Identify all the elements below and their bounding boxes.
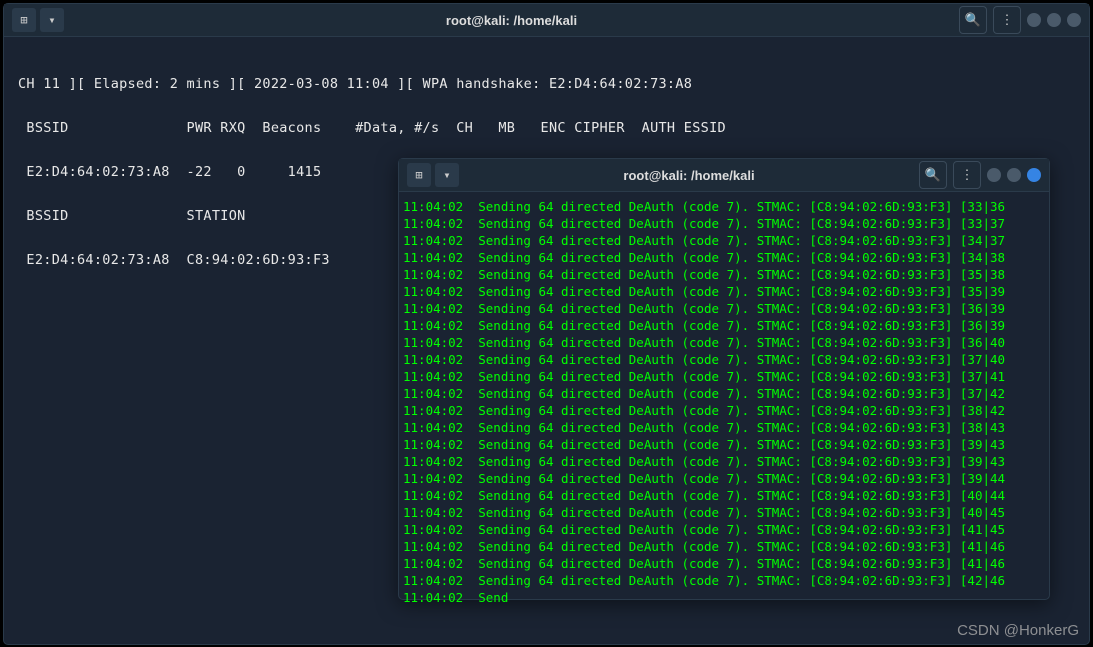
deauth-log-line: 11:04:02 Sending 64 directed DeAuth (cod… (403, 266, 1045, 283)
new-tab-icon: ⊞ (20, 13, 27, 27)
deauth-log-line: 11:04:02 Sending 64 directed DeAuth (cod… (403, 232, 1045, 249)
window-title: root@kali: /home/kali (459, 168, 919, 183)
close-button[interactable] (1027, 168, 1041, 182)
search-button[interactable]: 🔍 (959, 6, 987, 34)
deauth-log-line: 11:04:02 Sending 64 directed DeAuth (cod… (403, 470, 1045, 487)
terminal-window-aireplay: ⊞ ▾ root@kali: /home/kali 🔍 ⋮ 11:04:02 S… (398, 158, 1050, 600)
deauth-log-line: 11:04:02 Sending 64 directed DeAuth (cod… (403, 351, 1045, 368)
titlebar[interactable]: ⊞ ▾ root@kali: /home/kali 🔍 ⋮ (4, 4, 1089, 37)
chevron-down-icon: ▾ (443, 168, 450, 182)
deauth-log-line: 11:04:02 Sending 64 directed DeAuth (cod… (403, 317, 1045, 334)
deauth-log-line: 11:04:02 Sending 64 directed DeAuth (cod… (403, 436, 1045, 453)
deauth-log-line: 11:04:02 Sending 64 directed DeAuth (cod… (403, 487, 1045, 504)
terminal-output[interactable]: 11:04:02 Sending 64 directed DeAuth (cod… (399, 192, 1049, 612)
new-tab-button[interactable]: ⊞ (12, 8, 36, 32)
deauth-log-line: 11:04:02 Sending 64 directed DeAuth (cod… (403, 419, 1045, 436)
deauth-log-line: 11:04:02 Sending 64 directed DeAuth (cod… (403, 215, 1045, 232)
maximize-button[interactable] (1047, 13, 1061, 27)
deauth-log-line: 11:04:02 Sending 64 directed DeAuth (cod… (403, 555, 1045, 572)
ap-table-row: E2:D4:64:02:73:A8 -22 0 1415 (18, 164, 321, 180)
deauth-log-line: 11:04:02 Sending 64 directed DeAuth (cod… (403, 283, 1045, 300)
tab-dropdown-button[interactable]: ▾ (40, 8, 64, 32)
deauth-log-line: 11:04:02 Sending 64 directed DeAuth (cod… (403, 249, 1045, 266)
deauth-log-line: 11:04:02 Sending 64 directed DeAuth (cod… (403, 453, 1045, 470)
close-button[interactable] (1067, 13, 1081, 27)
minimize-button[interactable] (1027, 13, 1041, 27)
deauth-log-line: 11:04:02 Send (403, 589, 1045, 606)
deauth-log-line: 11:04:02 Sending 64 directed DeAuth (cod… (403, 572, 1045, 589)
new-tab-icon: ⊞ (415, 168, 422, 182)
window-title: root@kali: /home/kali (64, 13, 959, 28)
deauth-log-line: 11:04:02 Sending 64 directed DeAuth (cod… (403, 334, 1045, 351)
titlebar[interactable]: ⊞ ▾ root@kali: /home/kali 🔍 ⋮ (399, 159, 1049, 192)
deauth-log-line: 11:04:02 Sending 64 directed DeAuth (cod… (403, 198, 1045, 215)
new-tab-button[interactable]: ⊞ (407, 163, 431, 187)
menu-button[interactable]: ⋮ (953, 161, 981, 189)
airodump-status-line: CH 11 ][ Elapsed: 2 mins ][ 2022-03-08 1… (18, 76, 692, 92)
menu-icon: ⋮ (961, 168, 974, 183)
minimize-button[interactable] (987, 168, 1001, 182)
deauth-log-line: 11:04:02 Sending 64 directed DeAuth (cod… (403, 504, 1045, 521)
deauth-log-line: 11:04:02 Sending 64 directed DeAuth (cod… (403, 300, 1045, 317)
deauth-log-line: 11:04:02 Sending 64 directed DeAuth (cod… (403, 368, 1045, 385)
tab-dropdown-button[interactable]: ▾ (435, 163, 459, 187)
menu-icon: ⋮ (1001, 13, 1014, 28)
watermark: CSDN @HonkerG (957, 622, 1079, 639)
maximize-button[interactable] (1007, 168, 1021, 182)
station-table-row: E2:D4:64:02:73:A8 C8:94:02:6D:93:F3 (18, 252, 330, 268)
chevron-down-icon: ▾ (48, 13, 55, 27)
deauth-log-line: 11:04:02 Sending 64 directed DeAuth (cod… (403, 385, 1045, 402)
station-table-header: BSSID STATION (18, 208, 246, 224)
menu-button[interactable]: ⋮ (993, 6, 1021, 34)
deauth-log-line: 11:04:02 Sending 64 directed DeAuth (cod… (403, 538, 1045, 555)
ap-table-header: BSSID PWR RXQ Beacons #Data, #/s CH MB E… (18, 120, 726, 136)
search-icon: 🔍 (965, 13, 981, 28)
deauth-log-line: 11:04:02 Sending 64 directed DeAuth (cod… (403, 402, 1045, 419)
deauth-log-line: 11:04:02 Sending 64 directed DeAuth (cod… (403, 521, 1045, 538)
search-icon: 🔍 (925, 168, 941, 183)
search-button[interactable]: 🔍 (919, 161, 947, 189)
